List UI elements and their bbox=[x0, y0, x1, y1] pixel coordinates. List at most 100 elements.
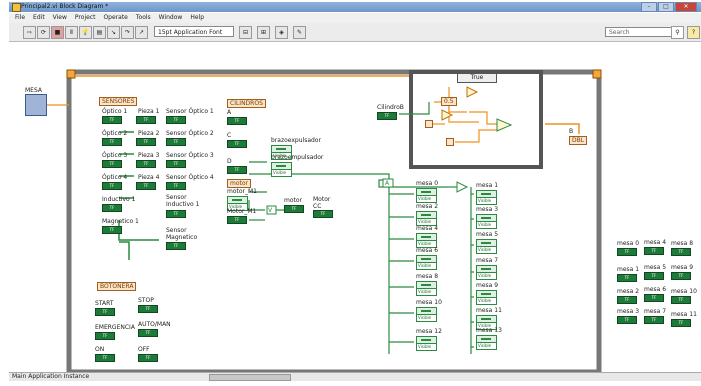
mesa-9-property[interactable]: Visible bbox=[476, 290, 497, 305]
mesa-grid-terminal[interactable]: TF bbox=[617, 296, 637, 304]
align-objects-icon[interactable]: ⊟ bbox=[239, 26, 252, 39]
horizontal-scrollbar[interactable] bbox=[209, 374, 291, 381]
reorder-icon[interactable]: ◈ bbox=[275, 26, 288, 39]
loop-tunnel bbox=[592, 69, 602, 79]
mesa-grid-terminal[interactable]: TF bbox=[644, 272, 664, 280]
mesa-12-property[interactable]: Visible bbox=[416, 336, 437, 351]
mesa-grid-terminal[interactable]: TF bbox=[671, 272, 691, 280]
inductivo-1-terminal[interactable]: TF bbox=[102, 204, 122, 212]
step-over-icon[interactable]: ↷ bbox=[121, 26, 134, 39]
b-indicator[interactable]: DBL bbox=[569, 136, 588, 145]
mesa-grid-terminal[interactable]: TF bbox=[671, 319, 691, 327]
mesa-grid-terminal[interactable]: TF bbox=[671, 296, 691, 304]
font-select[interactable]: 15pt Application Font bbox=[154, 26, 234, 37]
mesa-13-property[interactable]: Visible bbox=[476, 335, 497, 350]
cilindro-c-terminal[interactable]: TF bbox=[227, 140, 247, 148]
optico-4-terminal[interactable]: TF bbox=[102, 182, 122, 190]
mesa-8-property[interactable]: Visible bbox=[416, 281, 437, 296]
case-selector[interactable]: True bbox=[457, 73, 497, 83]
mesa-grid-terminal[interactable]: TF bbox=[644, 316, 664, 324]
sensor-optico-1-terminal[interactable]: TF bbox=[166, 116, 186, 124]
minimize-button[interactable]: – bbox=[641, 2, 657, 12]
cilindro-a-terminal[interactable]: TF bbox=[227, 117, 247, 125]
menu-edit[interactable]: Edit bbox=[33, 13, 45, 23]
optico-3-terminal[interactable]: TF bbox=[102, 160, 122, 168]
search-icon[interactable]: ⚲ bbox=[671, 26, 684, 39]
menu-help[interactable]: Help bbox=[190, 13, 204, 23]
application-instance-label[interactable]: Main Application Instance bbox=[12, 373, 89, 381]
mesa-grid-label: mesa 2 bbox=[617, 288, 640, 295]
emergencia-terminal[interactable]: TF bbox=[95, 332, 115, 340]
cleanup-diagram-icon[interactable]: ✎ bbox=[293, 26, 306, 39]
motor-terminal[interactable]: TF bbox=[284, 205, 304, 213]
mesa-grid-terminal[interactable]: TF bbox=[644, 294, 664, 302]
sensor-inductivo-1-terminal[interactable]: TF bbox=[166, 210, 186, 218]
mesa-label: mesa 10 bbox=[416, 299, 442, 306]
highlight-execution-icon[interactable]: 💡 bbox=[79, 26, 92, 39]
mesa-label: mesa 0 bbox=[416, 180, 439, 187]
pieza-1-terminal[interactable]: TF bbox=[136, 116, 156, 124]
pause-icon[interactable]: Ⅱ bbox=[65, 26, 78, 39]
mesa-3-property[interactable]: Visible bbox=[476, 214, 497, 229]
numeric-constant[interactable] bbox=[425, 120, 433, 128]
brazoempulsador-terminal[interactable]: Visible bbox=[271, 162, 292, 177]
run-arrow-icon[interactable]: ⇨ bbox=[23, 26, 36, 39]
on-terminal[interactable]: TF bbox=[95, 354, 115, 362]
boton-label: STOP bbox=[138, 297, 154, 304]
help-icon[interactable]: ? bbox=[687, 26, 700, 39]
cilindro-b-terminal[interactable]: TF bbox=[377, 112, 397, 120]
constant-05[interactable]: 0.5 bbox=[441, 97, 457, 106]
distribute-objects-icon[interactable]: ⊞ bbox=[257, 26, 270, 39]
sensor-optico-2-terminal[interactable]: TF bbox=[166, 138, 186, 146]
menu-tools[interactable]: Tools bbox=[136, 13, 151, 23]
retain-wire-values-icon[interactable]: ▤ bbox=[93, 26, 106, 39]
auto-man-terminal[interactable]: TF bbox=[138, 329, 158, 337]
menu-window[interactable]: Window bbox=[159, 13, 183, 23]
optico-1-terminal[interactable]: TF bbox=[102, 116, 122, 124]
menu-file[interactable]: File bbox=[15, 13, 25, 23]
menu-project[interactable]: Project bbox=[75, 13, 96, 23]
mesa-grid-terminal[interactable]: TF bbox=[644, 247, 664, 255]
mesa-cluster-icon[interactable] bbox=[25, 94, 47, 116]
mesa-6-property[interactable]: Visible bbox=[416, 255, 437, 270]
sensor-magnetico-terminal[interactable]: TF bbox=[166, 242, 186, 250]
step-out-icon[interactable]: ↗ bbox=[135, 26, 148, 39]
mesa-grid-terminal[interactable]: TF bbox=[617, 274, 637, 282]
off-terminal[interactable]: TF bbox=[138, 354, 158, 362]
pieza-3-terminal[interactable]: TF bbox=[136, 160, 156, 168]
abort-icon[interactable]: ■ bbox=[51, 26, 64, 39]
mesa-label: mesa 12 bbox=[416, 328, 442, 335]
pieza-4-terminal[interactable]: TF bbox=[136, 182, 156, 190]
mesa-grid-terminal[interactable]: TF bbox=[671, 248, 691, 256]
run-continuously-icon[interactable]: ⟳ bbox=[37, 26, 50, 39]
step-into-icon[interactable]: ↘ bbox=[107, 26, 120, 39]
mesa-7-property[interactable]: Visible bbox=[476, 265, 497, 280]
mesa-grid-terminal[interactable]: TF bbox=[617, 316, 637, 324]
sensor-optico-3-terminal[interactable]: TF bbox=[166, 160, 186, 168]
menu-view[interactable]: View bbox=[53, 13, 67, 23]
stop-terminal[interactable]: TF bbox=[138, 305, 158, 313]
motor-m1-tf-terminal[interactable]: TF bbox=[227, 216, 247, 224]
motor-cc-terminal[interactable]: TF bbox=[313, 210, 333, 218]
mesa-10-property[interactable]: Visible bbox=[416, 307, 437, 322]
numeric-constant-2[interactable] bbox=[446, 138, 454, 146]
mesa-grid-label: mesa 7 bbox=[644, 308, 667, 315]
sensor-optico-4-terminal[interactable]: TF bbox=[166, 182, 186, 190]
optico-2-terminal[interactable]: TF bbox=[102, 138, 122, 146]
magnetico-1-terminal[interactable]: TF bbox=[102, 226, 122, 234]
mesa-1-property[interactable]: Visible bbox=[476, 190, 497, 205]
mesa-2-property[interactable]: Visible bbox=[416, 211, 437, 226]
mesa-5-property[interactable]: Visible bbox=[476, 239, 497, 254]
sensor-label: Óptico 1 bbox=[102, 108, 128, 115]
close-button[interactable]: ✕ bbox=[675, 2, 697, 12]
menu-operate[interactable]: Operate bbox=[103, 13, 127, 23]
cilindro-d-terminal[interactable]: TF bbox=[227, 166, 247, 174]
mesa-grid-terminal[interactable]: TF bbox=[617, 248, 637, 256]
block-diagram-canvas[interactable]: V A MESA True 0.5 CilindroB TF B DBL SEN… bbox=[9, 42, 701, 372]
mesa-4-property[interactable]: Visible bbox=[416, 233, 437, 248]
start-terminal[interactable]: TF bbox=[95, 308, 115, 316]
maximize-button[interactable]: □ bbox=[658, 2, 674, 12]
mesa-0-property[interactable]: Visible bbox=[416, 188, 437, 203]
cilindro-b-label: CilindroB bbox=[377, 104, 404, 111]
pieza-2-terminal[interactable]: TF bbox=[136, 138, 156, 146]
